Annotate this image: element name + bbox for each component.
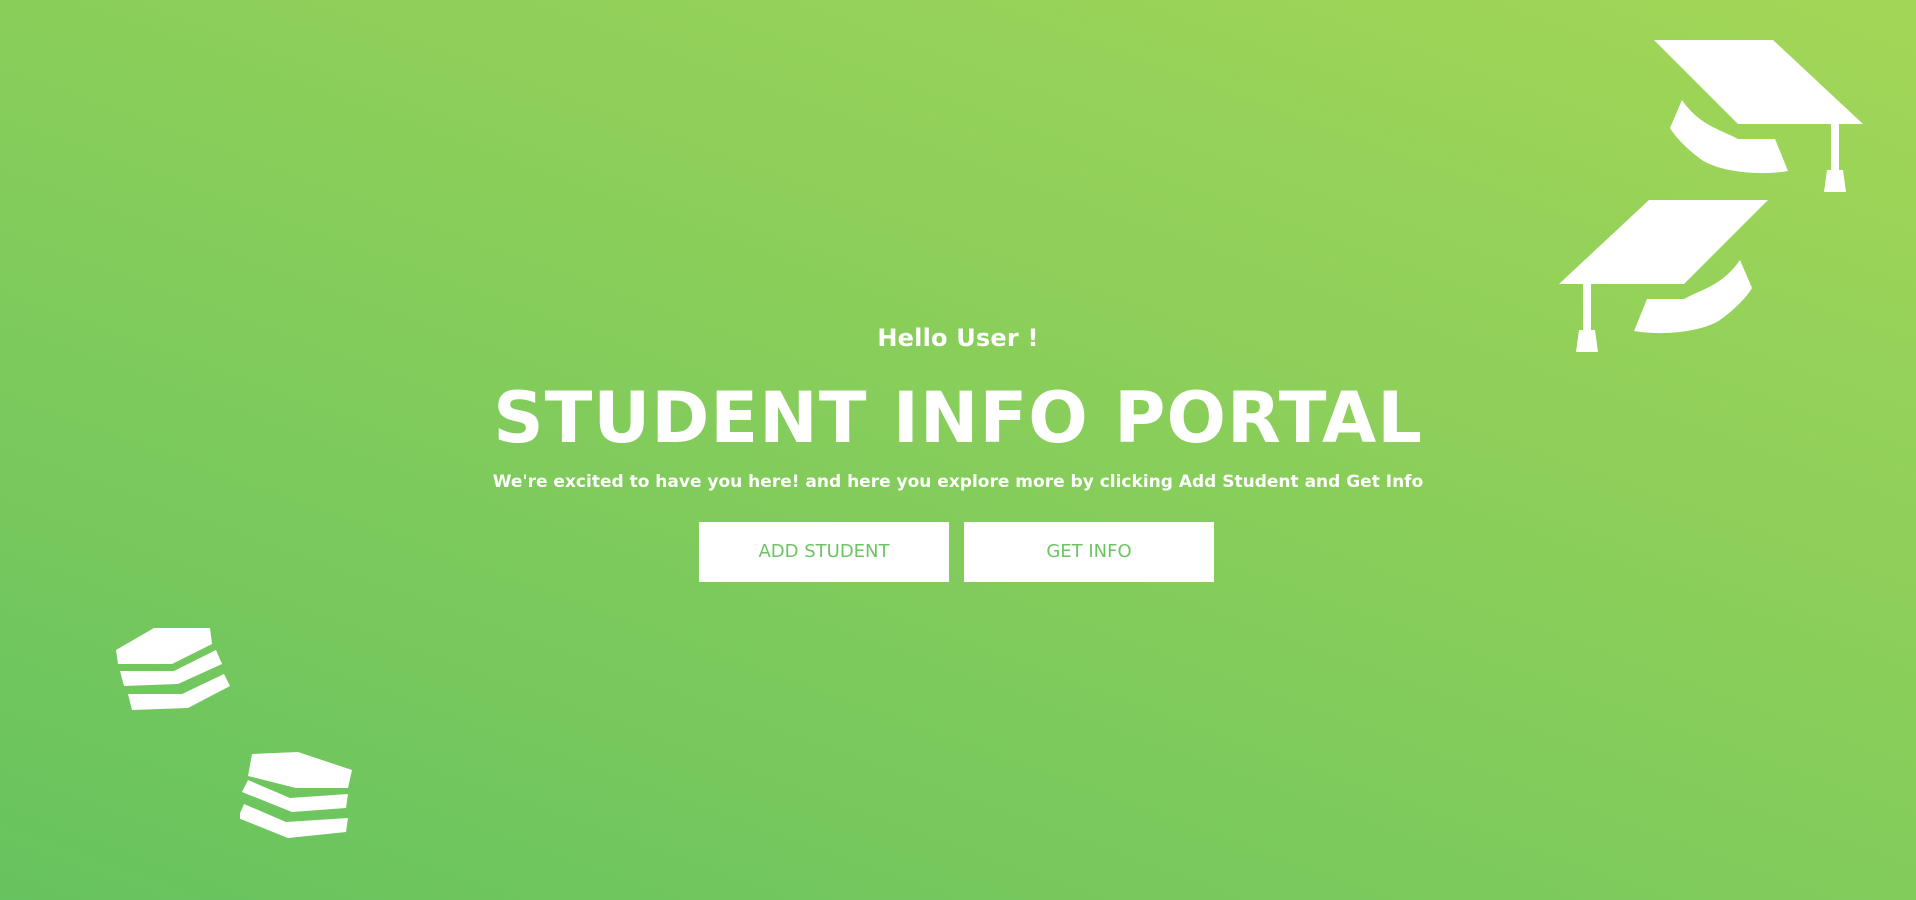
add-student-button[interactable]: ADD STUDENT <box>699 522 949 582</box>
book-stack-icon <box>116 628 230 710</box>
get-info-button[interactable]: GET INFO <box>964 522 1214 582</box>
graduation-cap-icon <box>1559 200 1768 352</box>
page-title: STUDENT INFO PORTAL <box>493 377 1423 459</box>
book-stack-icon <box>240 752 352 838</box>
welcome-subtitle: We're excited to have you here! and here… <box>492 472 1424 492</box>
graduation-cap-icon <box>1654 40 1863 192</box>
